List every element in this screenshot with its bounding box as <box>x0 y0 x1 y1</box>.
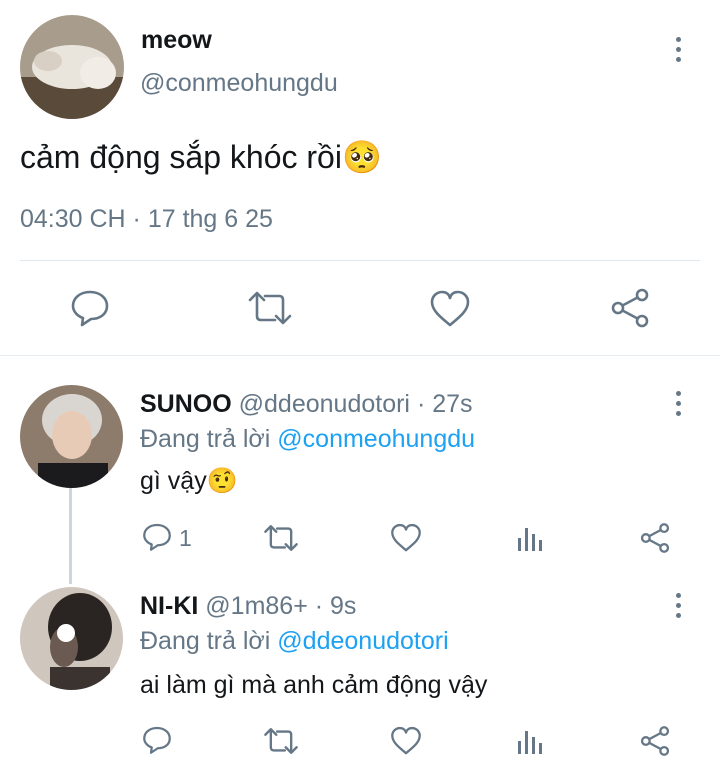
tweet-text-body: cảm động sắp khóc rồi <box>20 139 342 175</box>
retweet-icon[interactable] <box>263 523 299 553</box>
analytics-icon[interactable] <box>517 524 545 552</box>
replying-prefix: Đang trả lời <box>140 627 271 655</box>
reply-count: 1 <box>179 525 192 551</box>
share-icon[interactable] <box>609 288 651 328</box>
like-icon[interactable] <box>390 523 422 553</box>
reply-text-body: gì vậy <box>140 467 207 495</box>
reply-text: ai làm gì mà anh cảm động vậy <box>140 671 488 699</box>
avatar[interactable] <box>20 15 124 119</box>
tweet-timestamp[interactable]: 04:30 CH · 17 thg 6 25 <box>20 205 273 234</box>
share-icon[interactable] <box>639 522 671 554</box>
replying-to: Đang trả lời @conmeohungdu <box>140 425 475 454</box>
raised-eyebrow-emoji: 🤨 <box>206 467 238 495</box>
display-name[interactable]: meow <box>141 26 212 55</box>
section-divider <box>0 355 720 356</box>
display-name[interactable]: SUNOO <box>140 390 232 418</box>
reply-icon[interactable] <box>70 289 110 327</box>
reply-time: · 27s <box>416 390 473 418</box>
retweet-icon[interactable] <box>263 726 299 756</box>
replying-to: Đang trả lời @ddeonudotori <box>140 627 449 656</box>
avatar[interactable] <box>20 587 123 690</box>
reply-header: NI-KI @1m86+ · 9s <box>140 592 356 621</box>
user-handle[interactable]: @ddeonudotori <box>239 390 410 418</box>
pleading-emoji: 🥺 <box>341 139 382 175</box>
share-icon[interactable] <box>639 725 671 757</box>
divider <box>20 260 700 261</box>
retweet-icon[interactable] <box>247 290 293 326</box>
thread-line <box>69 488 72 584</box>
replying-to-link[interactable]: @conmeohungdu <box>277 425 475 453</box>
reply-text: gì vậy🤨 <box>140 467 238 496</box>
user-handle[interactable]: @conmeohungdu <box>140 69 338 98</box>
analytics-icon[interactable] <box>517 727 545 755</box>
reply-time: · 9s <box>314 592 357 620</box>
display-name[interactable]: NI-KI <box>140 592 198 620</box>
reply-icon[interactable] <box>142 725 172 755</box>
like-icon[interactable] <box>429 290 471 328</box>
more-options-icon[interactable] <box>666 588 690 622</box>
user-handle[interactable]: @1m86+ <box>205 592 308 620</box>
like-icon[interactable] <box>390 726 422 756</box>
more-options-icon[interactable] <box>666 386 690 420</box>
replying-prefix: Đang trả lời <box>140 425 271 453</box>
reply-icon[interactable] <box>142 522 172 552</box>
avatar[interactable] <box>20 385 123 488</box>
more-options-icon[interactable] <box>666 32 690 66</box>
replying-to-link[interactable]: @ddeonudotori <box>277 627 448 655</box>
reply-header: SUNOO @ddeonudotori · 27s <box>140 390 473 419</box>
tweet-text: cảm động sắp khóc rồi🥺 <box>20 138 382 176</box>
